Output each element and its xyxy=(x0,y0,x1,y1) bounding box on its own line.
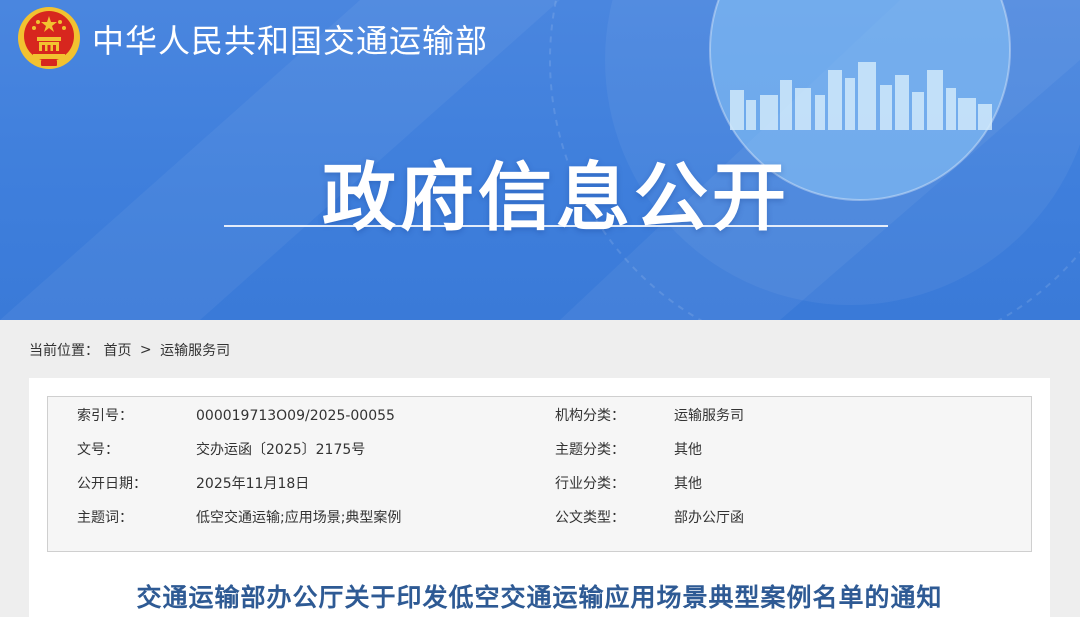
meta-label-doc-number: 文号： xyxy=(77,442,119,458)
meta-value-doc-type: 部办公厅函 xyxy=(674,510,744,526)
main-content: 索引号： 000019713O09/2025-00055 机构分类： 运输服务司… xyxy=(29,378,1050,617)
breadcrumb: 当前位置： 首页 > 运输服务司 xyxy=(29,340,230,360)
meta-value-doc-number: 交办运函〔2025〕2175号 xyxy=(196,442,366,458)
meta-row: 索引号： 000019713O09/2025-00055 机构分类： 运输服务司 xyxy=(48,399,1031,433)
meta-value-keywords: 低空交通运输;应用场景;典型案例 xyxy=(196,510,402,526)
meta-value-topic-category: 其他 xyxy=(674,442,702,458)
document-meta-table: 索引号： 000019713O09/2025-00055 机构分类： 运输服务司… xyxy=(47,396,1032,552)
banner-divider xyxy=(224,225,888,227)
breadcrumb-separator: > xyxy=(139,342,152,358)
meta-label-industry-category: 行业分类： xyxy=(555,476,625,492)
meta-label-index: 索引号： xyxy=(77,408,133,424)
meta-label-doc-type: 公文类型： xyxy=(555,510,625,526)
meta-value-organization: 运输服务司 xyxy=(674,408,744,424)
meta-label-keywords: 主题词： xyxy=(77,510,133,526)
meta-label-topic-category: 主题分类： xyxy=(555,442,625,458)
breadcrumb-home-link[interactable]: 首页 xyxy=(103,343,131,359)
meta-row: 公开日期： 2025年11月18日 行业分类： 其他 xyxy=(48,467,1031,501)
ministry-name[interactable]: 中华人民共和国交通运输部 xyxy=(92,16,488,62)
meta-value-industry-category: 其他 xyxy=(674,476,702,492)
meta-row: 主题词： 低空交通运输;应用场景;典型案例 公文类型： 部办公厅函 xyxy=(48,501,1031,535)
breadcrumb-label: 当前位置： xyxy=(29,343,99,359)
meta-value-publish-date: 2025年11月18日 xyxy=(196,476,310,492)
meta-label-organization: 机构分类： xyxy=(555,408,625,424)
national-emblem-icon xyxy=(18,7,80,69)
meta-row: 文号： 交办运函〔2025〕2175号 主题分类： 其他 xyxy=(48,433,1031,467)
breadcrumb-department-link[interactable]: 运输服务司 xyxy=(160,343,230,359)
meta-label-publish-date: 公开日期： xyxy=(77,476,147,492)
document-title: 交通运输部办公厅关于印发低空交通运输应用场景典型案例名单的通知 xyxy=(136,583,943,612)
meta-value-index: 000019713O09/2025-00055 xyxy=(196,408,395,424)
banner-title: 政府信息公开 xyxy=(322,155,790,241)
header-banner: 中华人民共和国交通运输部 政府信息公开 xyxy=(0,0,1080,320)
